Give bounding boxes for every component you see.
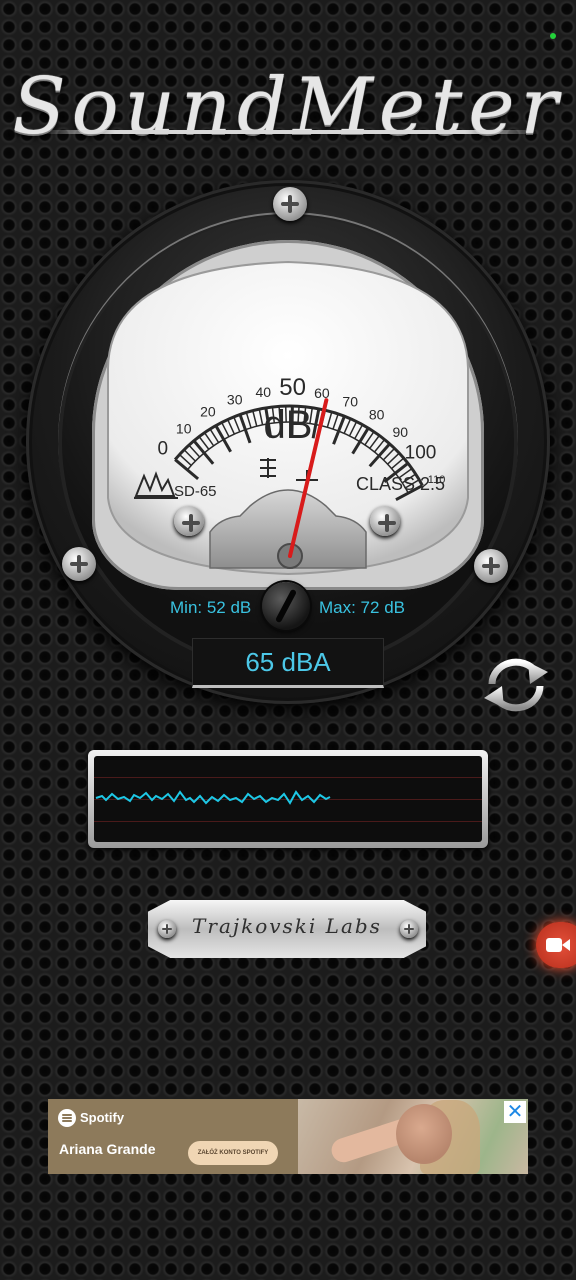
ad-brand: Spotify	[80, 1110, 125, 1125]
screw-icon	[62, 547, 96, 581]
max-label: Max: 72 dB	[319, 598, 405, 617]
close-icon[interactable]: ✕	[504, 1101, 526, 1123]
scale-label: 0	[158, 438, 169, 459]
refresh-icon[interactable]	[482, 656, 550, 712]
ad-cta-button[interactable]: ZAŁÓŻ KONTO SPOTIFY	[188, 1141, 278, 1165]
status-indicator-dot	[550, 33, 556, 39]
dba-readout: 65 dBA	[192, 638, 384, 688]
scale-label: 20	[200, 404, 216, 420]
gauge-face: 0102030 40 50 60708090100110 dB SD-65 CLASS…	[107, 260, 469, 576]
screw-icon	[158, 920, 176, 938]
brand-nameplate-text: Trajkovski Labs	[192, 914, 382, 938]
screw-icon	[273, 187, 307, 221]
gauge-model-label: SD-65	[174, 483, 217, 500]
min-label: Min: 52 dB	[170, 598, 252, 617]
scale-label: 10	[176, 420, 192, 436]
ad-artist: Ariana Grande	[59, 1141, 156, 1157]
scale-label: 70	[342, 393, 358, 409]
screw-icon	[174, 506, 204, 536]
scale-label: 90	[393, 424, 409, 440]
screw-icon	[400, 920, 418, 938]
gauge-unit-label: dB	[264, 403, 313, 447]
gauge-class-label: CLASS 2.5	[356, 474, 445, 494]
scale-label: 30	[227, 391, 243, 407]
screw-icon	[474, 549, 508, 583]
ad-photo-face	[396, 1104, 452, 1164]
scale-label: 80	[369, 406, 385, 422]
video-record-icon	[546, 938, 570, 952]
ac-symbol-icon	[260, 458, 276, 478]
scale-label: 50	[279, 374, 306, 401]
title-underline	[40, 130, 540, 134]
screw-icon	[370, 506, 400, 536]
scale-label: 100	[405, 442, 437, 463]
scale-label: 40	[255, 384, 271, 400]
spotify-logo-icon	[58, 1109, 76, 1127]
app-title: SoundMeter	[12, 62, 564, 152]
screen-record-button[interactable]	[536, 922, 576, 968]
waveform-trace	[95, 790, 331, 805]
